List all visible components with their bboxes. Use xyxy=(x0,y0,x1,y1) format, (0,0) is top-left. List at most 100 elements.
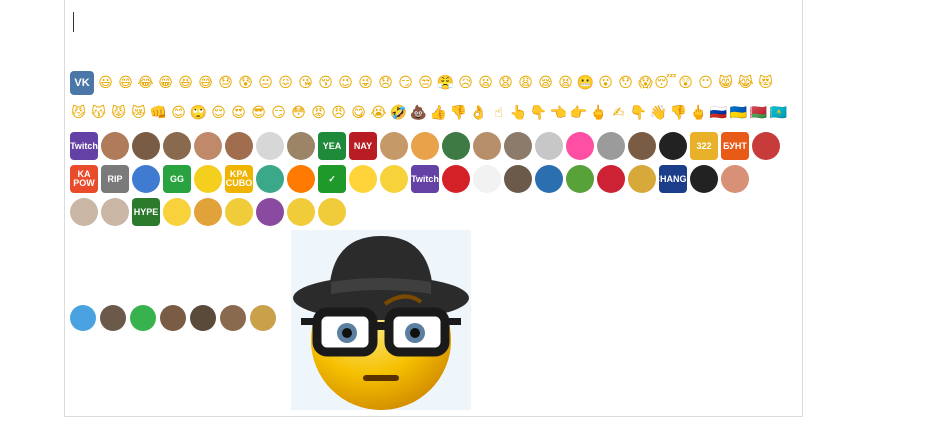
reaction-emoji-icon[interactable]: 😊 xyxy=(170,105,187,122)
meme-emote-sticker-icon[interactable] xyxy=(318,198,346,226)
smiley-emoji-icon[interactable]: 😃 xyxy=(97,75,114,92)
smiley-emoji-icon[interactable]: 😧 xyxy=(497,75,514,92)
twitch-emote-sticker-icon[interactable] xyxy=(442,132,470,160)
smiley-emoji-icon[interactable]: 😂 xyxy=(137,75,154,92)
twitch-emote-sticker-icon[interactable] xyxy=(442,165,470,193)
smiley-emoji-icon[interactable]: 😬 xyxy=(577,75,594,92)
smiley-emoji-icon[interactable]: 😉 xyxy=(337,75,354,92)
reaction-emoji-icon[interactable]: 👍 xyxy=(430,105,447,122)
reaction-emoji-icon[interactable]: 🇷🇺 xyxy=(710,105,727,122)
twitch-emote-sticker-icon[interactable] xyxy=(256,165,284,193)
reaction-emoji-icon[interactable]: 😼 xyxy=(70,105,87,122)
twitch-emote-sticker-icon[interactable]: Twitch xyxy=(411,165,439,193)
smiley-emoji-icon[interactable]: 😻 xyxy=(757,75,774,92)
twitch-emote-sticker-icon[interactable]: БУНТ xyxy=(721,132,749,160)
twitch-emote-sticker-icon[interactable] xyxy=(287,132,315,160)
meme-emote-sticker-icon[interactable] xyxy=(101,198,129,226)
twitch-emote-sticker-icon[interactable] xyxy=(163,132,191,160)
reaction-emoji-icon[interactable]: 😏 xyxy=(270,105,287,122)
twitch-emote-sticker-icon[interactable] xyxy=(225,132,253,160)
reaction-emoji-icon[interactable]: 😭 xyxy=(370,105,387,122)
misc-emote-sticker-icon[interactable] xyxy=(220,305,246,331)
reaction-emoji-icon[interactable]: 😽 xyxy=(90,105,107,122)
reaction-emoji-icon[interactable]: 👇 xyxy=(530,105,547,122)
twitch-emote-sticker-icon[interactable] xyxy=(473,165,501,193)
twitch-emote-sticker-icon[interactable] xyxy=(504,132,532,160)
twitch-emote-sticker-icon[interactable] xyxy=(535,132,563,160)
smiley-emoji-icon[interactable]: 😶 xyxy=(697,75,714,92)
misc-emote-sticker-icon[interactable] xyxy=(250,305,276,331)
smiley-emoji-icon[interactable]: 😦 xyxy=(477,75,494,92)
reaction-emoji-icon[interactable]: 🇺🇦 xyxy=(730,105,747,122)
smiley-emoji-icon[interactable]: 😖 xyxy=(277,75,294,92)
smiley-emoji-icon[interactable]: 😄 xyxy=(117,75,134,92)
reaction-emoji-icon[interactable]: 🇰🇿 xyxy=(770,105,787,122)
smiley-emoji-icon[interactable]: 😩 xyxy=(517,75,534,92)
twitch-emote-sticker-icon[interactable] xyxy=(132,132,160,160)
twitch-emote-sticker-icon[interactable]: YEA xyxy=(318,132,346,160)
smiley-emoji-icon[interactable]: 😪 xyxy=(537,75,554,92)
twitch-emote-sticker-icon[interactable] xyxy=(566,132,594,160)
smiley-emoji-icon[interactable]: 😅 xyxy=(197,75,214,92)
smiley-emoji-icon[interactable]: 😯 xyxy=(617,75,634,92)
twitch-emote-sticker-icon[interactable] xyxy=(628,165,656,193)
twitch-emote-sticker-icon[interactable] xyxy=(256,132,284,160)
meme-emote-sticker-icon[interactable] xyxy=(287,198,315,226)
smiley-emoji-icon[interactable]: 😥 xyxy=(457,75,474,92)
twitch-emote-sticker-icon[interactable] xyxy=(473,132,501,160)
meme-emote-sticker-icon[interactable] xyxy=(163,198,191,226)
twitch-emote-sticker-icon[interactable] xyxy=(287,165,315,193)
twitch-emote-sticker-icon[interactable] xyxy=(535,165,563,193)
reaction-emoji-icon[interactable]: 👋 xyxy=(650,105,667,122)
twitch-emote-sticker-icon[interactable]: KPA CUBO xyxy=(225,165,253,193)
meme-emote-sticker-icon[interactable] xyxy=(194,198,222,226)
twitch-emote-sticker-icon[interactable]: 322 xyxy=(690,132,718,160)
twitch-emote-sticker-icon[interactable] xyxy=(690,165,718,193)
reaction-emoji-icon[interactable]: 👆 xyxy=(510,105,527,122)
twitch-emote-sticker-icon[interactable] xyxy=(659,132,687,160)
misc-emote-sticker-icon[interactable] xyxy=(190,305,216,331)
twitch-emote-sticker-icon[interactable] xyxy=(132,165,160,193)
twitch-emote-sticker-icon[interactable] xyxy=(752,132,780,160)
smiley-emoji-icon[interactable]: 😤 xyxy=(437,75,454,92)
smiley-emoji-icon[interactable]: 😚 xyxy=(317,75,334,92)
twitch-emote-sticker-icon[interactable] xyxy=(566,165,594,193)
reaction-emoji-icon[interactable]: 👊 xyxy=(150,105,167,122)
reaction-emoji-icon[interactable]: 😡 xyxy=(310,105,327,122)
smiley-emoji-icon[interactable]: 😹 xyxy=(737,75,754,92)
meme-emote-sticker-icon[interactable]: HYPE xyxy=(132,198,160,226)
reaction-emoji-icon[interactable]: 👌 xyxy=(470,105,487,122)
twitch-emote-sticker-icon[interactable] xyxy=(194,165,222,193)
meme-emote-sticker-icon[interactable] xyxy=(70,198,98,226)
reaction-emoji-icon[interactable]: 👎 xyxy=(670,105,687,122)
meme-emote-sticker-icon[interactable] xyxy=(256,198,284,226)
reaction-emoji-icon[interactable]: 🤣 xyxy=(390,105,407,122)
smiley-emoji-icon[interactable]: 😮 xyxy=(597,75,614,92)
reaction-emoji-icon[interactable]: 👈 xyxy=(550,105,567,122)
twitch-emote-sticker-icon[interactable] xyxy=(194,132,222,160)
smiley-emoji-icon[interactable]: 😞 xyxy=(377,75,394,92)
nerd-emoji-preview[interactable] xyxy=(291,230,471,410)
twitch-emote-sticker-icon[interactable] xyxy=(380,165,408,193)
twitch-emote-sticker-icon[interactable]: ✓ xyxy=(318,165,346,193)
twitch-emote-sticker-icon[interactable]: NAY xyxy=(349,132,377,160)
smiley-emoji-icon[interactable]: 😫 xyxy=(557,75,574,92)
twitch-emote-sticker-icon[interactable] xyxy=(411,132,439,160)
twitch-emote-sticker-icon[interactable]: CHANGE xyxy=(659,165,687,193)
twitch-emote-sticker-icon[interactable]: Twitch xyxy=(70,132,98,160)
twitch-emote-sticker-icon[interactable] xyxy=(721,165,749,193)
twitch-emote-sticker-icon[interactable] xyxy=(504,165,532,193)
twitch-emote-sticker-icon[interactable] xyxy=(597,132,625,160)
meme-emote-sticker-icon[interactable] xyxy=(225,198,253,226)
misc-emote-sticker-icon[interactable] xyxy=(70,305,96,331)
smiley-emoji-icon[interactable]: 😸 xyxy=(717,75,734,92)
reaction-emoji-icon[interactable]: 💩 xyxy=(410,105,427,122)
smiley-emoji-icon[interactable]: 😲 xyxy=(677,75,694,92)
smiley-emoji-icon[interactable]: 😓 xyxy=(217,75,234,92)
misc-emote-sticker-icon[interactable] xyxy=(130,305,156,331)
smiley-emoji-icon[interactable]: 😱 xyxy=(637,75,654,92)
misc-emote-sticker-icon[interactable] xyxy=(160,305,186,331)
reaction-emoji-icon[interactable]: 😌 xyxy=(210,105,227,122)
reaction-emoji-icon[interactable]: 😳 xyxy=(290,105,307,122)
reaction-emoji-icon[interactable]: 👉 xyxy=(570,105,587,122)
